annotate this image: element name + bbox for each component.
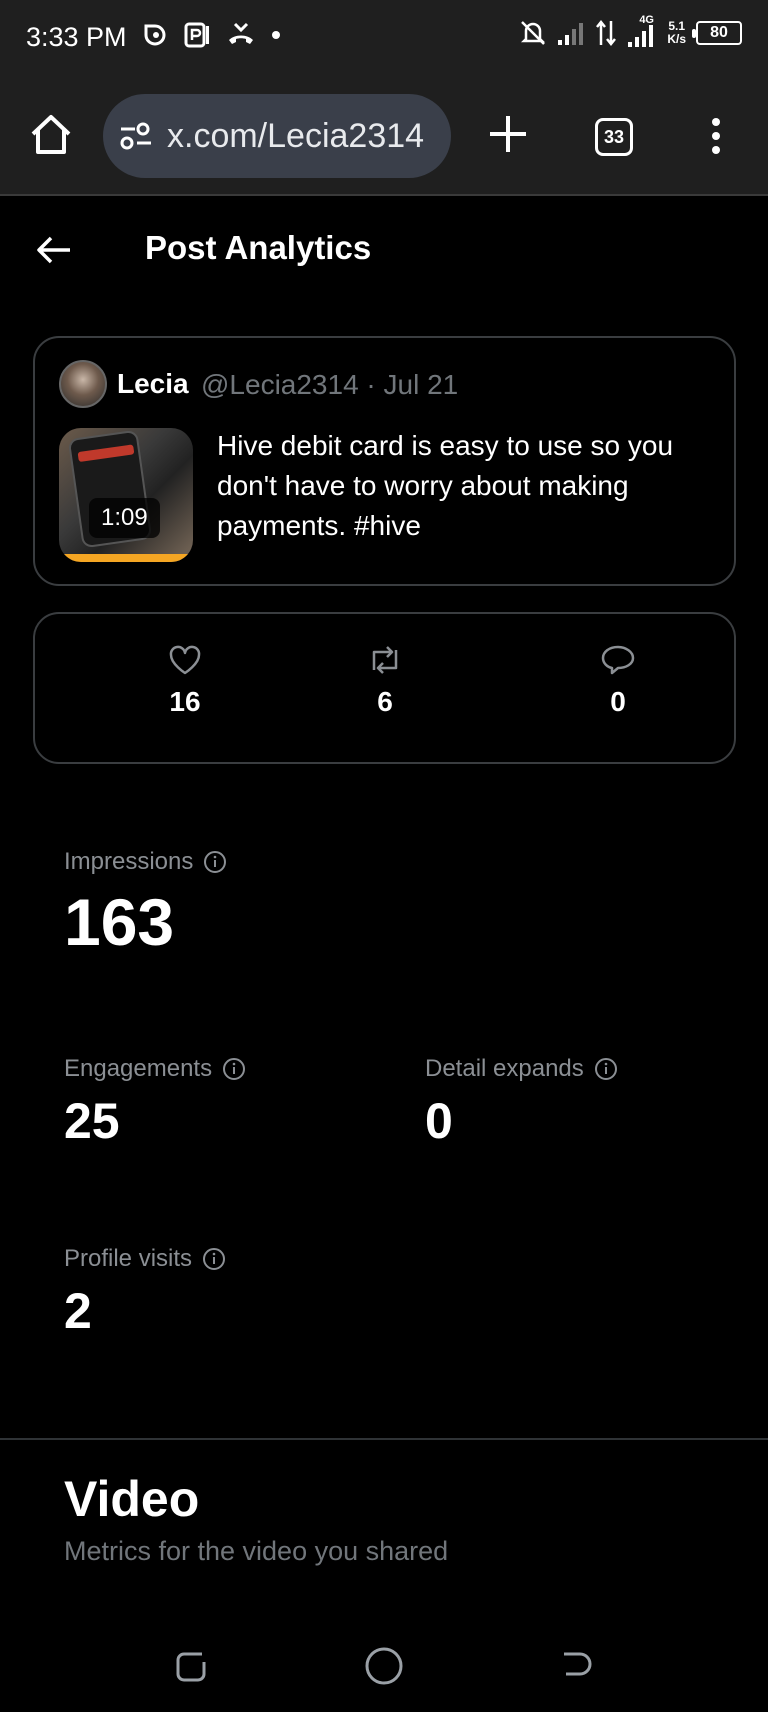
video-section-subtitle: Metrics for the video you shared [64, 1536, 449, 1566]
detail-expands-value: 0 [425, 1093, 453, 1149]
post-text: Hive debit card is easy to use so you do… [217, 430, 674, 541]
info-icon[interactable] [594, 1057, 618, 1081]
signal-icon [558, 23, 584, 45]
likes-count: 16 [169, 686, 201, 717]
profile-visits-label: Profile visits [64, 1245, 193, 1272]
tab-switcher-button[interactable]: 33 [595, 118, 633, 156]
signal-4g-icon: 4G [627, 14, 657, 48]
replies-count: 0 [610, 686, 626, 717]
likes-stat: 16 [125, 644, 245, 718]
engagement-card: 16 6 0 [33, 612, 736, 764]
dot-icon [272, 31, 280, 39]
system-navigation-bar [0, 1630, 768, 1712]
video-thumbnail[interactable]: 1:09 [59, 428, 193, 562]
heart-icon [169, 645, 201, 675]
data-transfer-icon [596, 19, 617, 47]
browser-toolbar: x.com/Lecia2314 33 [0, 78, 768, 196]
profile-visits-value: 2 [64, 1283, 92, 1339]
reply-bubble-icon [601, 645, 635, 675]
page-title: Post Analytics [145, 229, 372, 266]
avatar[interactable] [59, 360, 107, 408]
repost-icon [372, 646, 398, 674]
status-bar: 3:33 PM 4G 5.1 K/s 80 [0, 0, 768, 78]
notification-icons [140, 20, 282, 50]
parking-app-icon [184, 22, 209, 48]
url-text[interactable]: x.com/Lecia2314 [167, 117, 424, 156]
engagements-label-row: Engagements [64, 1055, 246, 1083]
post-preview-card[interactable]: Lecia @Lecia2314 · Jul 21 1:09 Hive debi… [33, 336, 736, 586]
profile-visits-label-row: Profile visits [64, 1245, 226, 1273]
impressions-value: 163 [64, 885, 175, 959]
home-nav-icon[interactable] [360, 1642, 408, 1690]
battery-icon: 80 [692, 21, 742, 45]
reposts-stat: 6 [325, 644, 445, 718]
impressions-label-row: Impressions [64, 848, 227, 876]
status-time: 3:33 PM [26, 22, 127, 52]
net-speed-unit: K/s [667, 32, 686, 46]
detail-expands-label: Detail expands [425, 1055, 584, 1082]
info-icon[interactable] [222, 1057, 246, 1081]
back-nav-icon[interactable] [552, 1642, 600, 1690]
app-notification-icon [144, 24, 166, 46]
info-icon[interactable] [202, 1247, 226, 1271]
info-icon[interactable] [203, 850, 227, 874]
missed-call-icon [229, 22, 253, 44]
more-menu-icon[interactable] [702, 114, 730, 158]
section-divider [0, 1438, 768, 1440]
net-speed: 5.1 K/s [667, 20, 686, 46]
thumbnail-progress-bar [59, 554, 193, 562]
new-tab-icon[interactable] [486, 112, 530, 156]
home-icon[interactable] [28, 112, 74, 158]
engagements-label: Engagements [64, 1055, 213, 1082]
author-name[interactable]: Lecia [117, 368, 189, 400]
engagements-value: 25 [64, 1093, 120, 1149]
replies-stat: 0 [558, 644, 678, 718]
reposts-count: 6 [377, 686, 393, 717]
video-section-title: Video [64, 1471, 200, 1527]
address-bar[interactable]: x.com/Lecia2314 [103, 94, 451, 178]
recent-apps-icon[interactable] [168, 1642, 216, 1690]
author-handle: @Lecia2314 · Jul 21 [201, 369, 459, 400]
video-duration: 1:09 [89, 498, 160, 538]
back-arrow-icon[interactable] [34, 232, 74, 268]
impressions-label: Impressions [64, 848, 194, 875]
site-settings-icon[interactable] [119, 121, 153, 151]
silent-bell-icon [521, 21, 546, 45]
system-icons: 4G 5.1 K/s 80 [519, 14, 742, 48]
detail-expands-label-row: Detail expands [425, 1055, 618, 1083]
